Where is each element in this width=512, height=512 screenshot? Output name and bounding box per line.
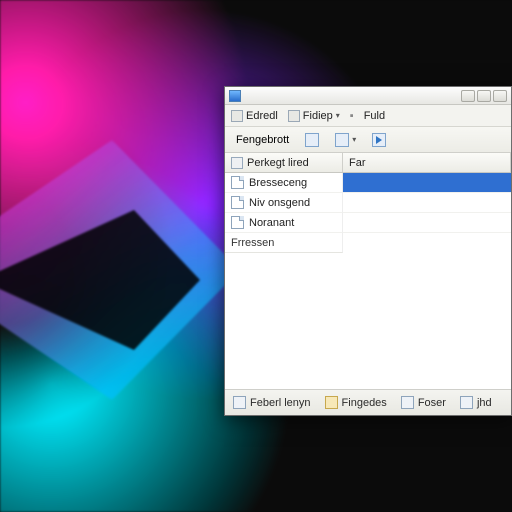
menubar: Edredl Fidiep ▾ ▪ Fuld: [225, 105, 511, 127]
column-headers: Perkegt lired Far: [225, 153, 511, 173]
toolbar-button-1[interactable]: [300, 131, 324, 149]
status-text: Fingedes: [342, 397, 387, 409]
play-icon: [372, 133, 386, 147]
app-window: Edredl Fidiep ▾ ▪ Fuld Fengebrott ▾ Perk…: [224, 86, 512, 416]
item-label: Noranant: [249, 217, 294, 229]
close-button[interactable]: [493, 90, 507, 102]
toolbar: Fengebrott ▾: [225, 127, 511, 153]
toolbar-text: Fengebrott: [236, 134, 289, 146]
list-item[interactable]: Bresseceng: [225, 173, 511, 193]
toolbar-button-3[interactable]: [367, 131, 391, 149]
page-icon: [401, 396, 414, 409]
toolbar-label[interactable]: Fengebrott: [231, 131, 294, 149]
titlebar[interactable]: [225, 87, 511, 105]
grid-icon: [335, 133, 349, 147]
maximize-button[interactable]: [477, 90, 491, 102]
column-header-name[interactable]: Perkegt lired: [225, 153, 343, 172]
list-item[interactable]: Niv onsgend: [225, 193, 511, 213]
folder-icon: [325, 396, 338, 409]
menu-icon: [231, 110, 243, 122]
status-text: Foser: [418, 397, 446, 409]
file-icon: [231, 176, 244, 189]
statusbar: Feberl lenyn Fingedes Foser jhd: [225, 389, 511, 415]
list-item[interactable]: Noranant: [225, 213, 511, 233]
chevron-down-icon: ▾: [352, 135, 356, 144]
menu-item-1[interactable]: Edredl: [246, 110, 278, 122]
status-item-1[interactable]: Feberl lenyn: [233, 396, 311, 409]
item-label: Niv onsgend: [249, 197, 310, 209]
column-label: Far: [349, 157, 366, 169]
status-text: Feberl lenyn: [250, 397, 311, 409]
file-icon: [231, 196, 244, 209]
minimize-button[interactable]: [461, 90, 475, 102]
column-header-value[interactable]: Far: [343, 153, 511, 172]
toolbar-button-2[interactable]: ▾: [330, 131, 361, 149]
column-label: Perkegt lired: [247, 157, 309, 169]
info-icon: [460, 396, 473, 409]
document-icon: [305, 133, 319, 147]
menu-icon: [288, 110, 300, 122]
document-icon: [233, 396, 246, 409]
file-list[interactable]: Bresseceng Niv onsgend Noranant Frressen: [225, 173, 511, 389]
item-label: Bresseceng: [249, 177, 307, 189]
status-item-2[interactable]: Fingedes: [325, 396, 387, 409]
item-label: Frressen: [231, 237, 274, 249]
status-item-4[interactable]: jhd: [460, 396, 492, 409]
chevron-down-icon: ▾: [336, 111, 340, 120]
menu-separator: ▪: [350, 110, 354, 122]
file-icon: [231, 216, 244, 229]
column-icon: [231, 157, 243, 169]
status-text: jhd: [477, 397, 492, 409]
menu-item-3[interactable]: Fuld: [364, 110, 385, 122]
menu-item-2[interactable]: Fidiep: [303, 110, 333, 122]
app-icon: [229, 90, 241, 102]
window-controls: [461, 90, 507, 102]
status-item-3[interactable]: Foser: [401, 396, 446, 409]
list-item[interactable]: Frressen: [225, 233, 511, 253]
